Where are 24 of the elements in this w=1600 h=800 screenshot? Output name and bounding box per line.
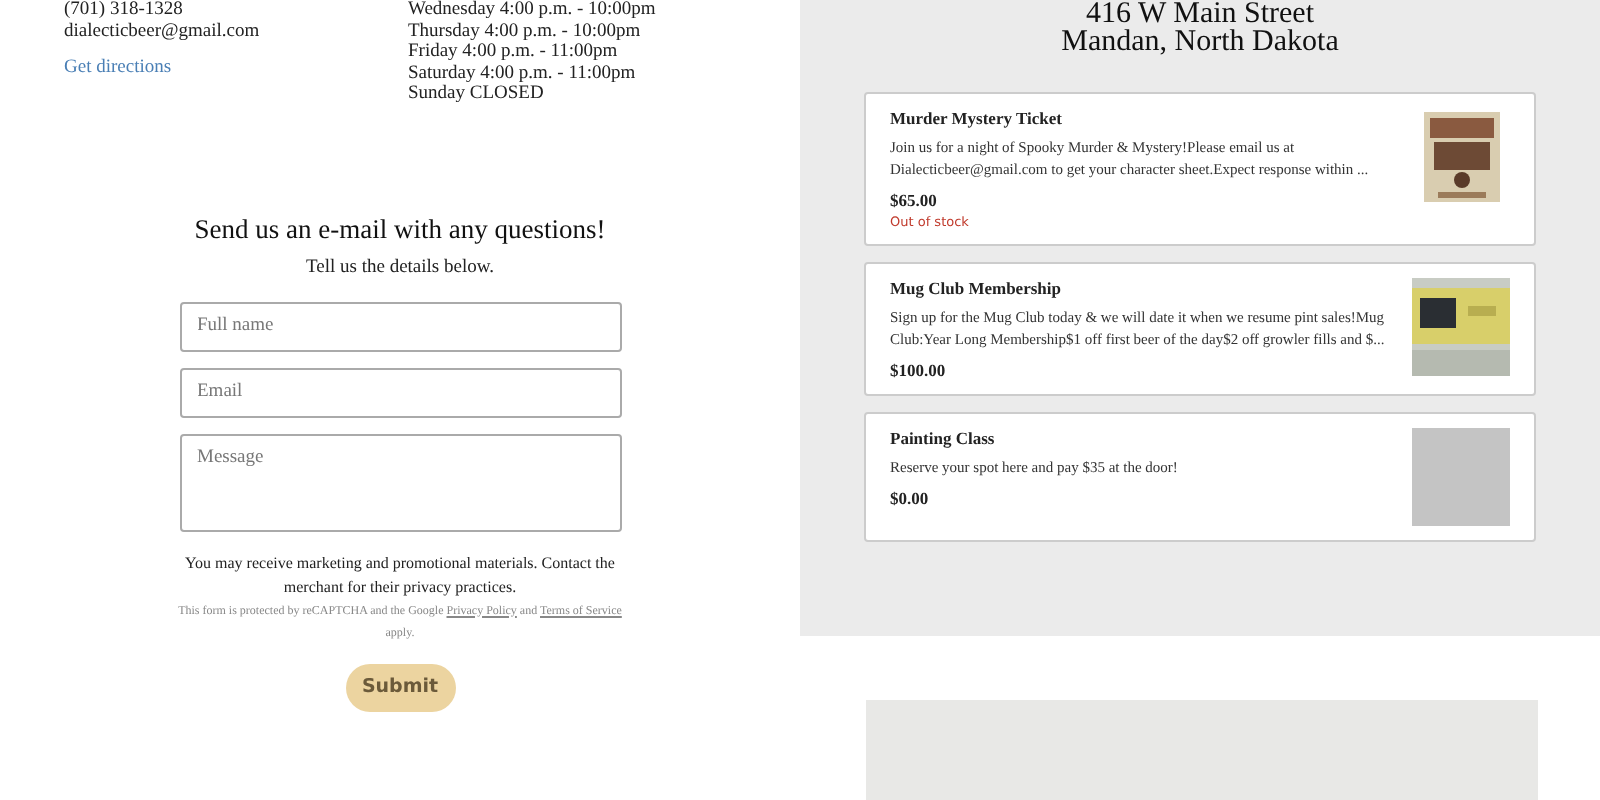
product-title: Mug Club Membership	[890, 278, 1063, 298]
email-address: dialecticbeer@gmail.com	[64, 21, 262, 42]
hours-line: Saturday 4:00 p.m. - 11:00pm	[408, 63, 638, 84]
submit-button[interactable]: Submit	[345, 663, 455, 711]
directions-link[interactable]: Get directions	[64, 58, 408, 79]
hours-line: Friday 4:00 p.m. - 11:00pm	[408, 42, 620, 63]
product-price: $100.00	[890, 360, 948, 380]
address-line: 416 W Main Street	[1085, 0, 1315, 28]
input-field[interactable]: Full name	[179, 301, 621, 351]
product-price: $0.00	[890, 488, 931, 508]
message-field[interactable]: Message	[179, 433, 621, 531]
hours-line: Wednesday 4:00 p.m. - 10:00pm	[408, 0, 658, 21]
hours-line: Thursday 4:00 p.m. - 10:00pm	[408, 21, 643, 42]
hours-line: Sunday CLOSED	[408, 84, 546, 105]
form-subheading: Tell us the details below.	[306, 257, 494, 277]
form-heading: Send us an e-mail with any questions!	[194, 213, 606, 245]
address-line: Mandan, North Dakota	[1061, 28, 1339, 56]
product-title: Painting Class	[890, 428, 997, 448]
product-title: Murder Mystery Ticket	[890, 108, 1064, 128]
input-field[interactable]: Email	[179, 367, 621, 417]
consent-text: You may receive marketing and promotional materials. Contact the merchant for their privacy practices.	[183, 551, 617, 599]
phone-number: (701) 318-1328	[64, 0, 185, 21]
image-placeholder	[1412, 428, 1510, 526]
product-price: $65.00	[890, 190, 939, 210]
